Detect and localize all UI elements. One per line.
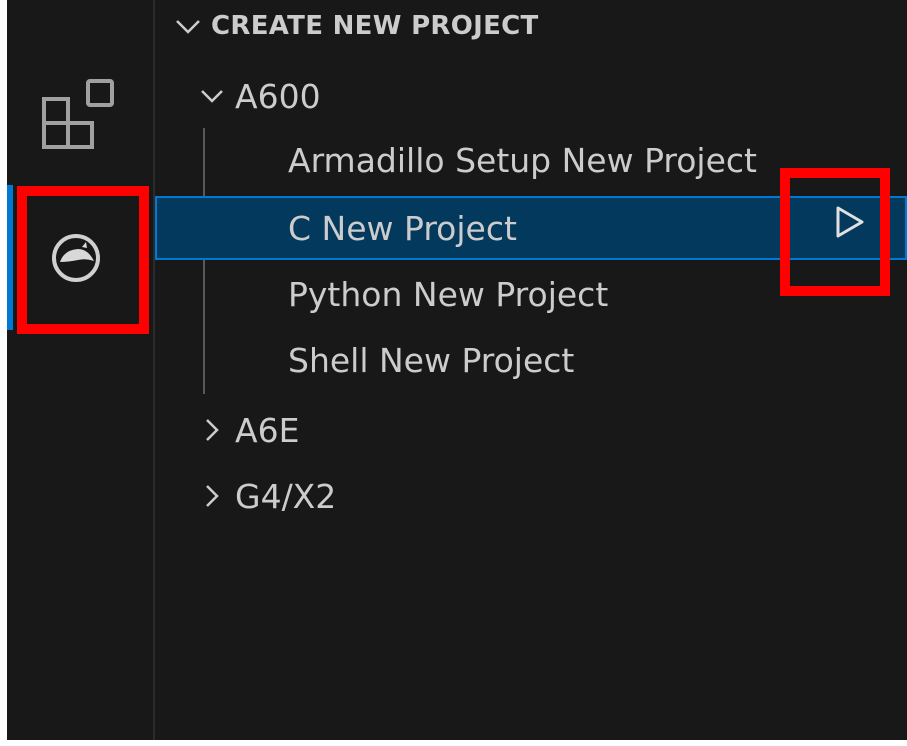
chevron-right-icon <box>206 419 219 441</box>
tree-item-a6e[interactable]: A6E <box>155 398 907 462</box>
tree-item-label: Python New Project <box>288 274 609 314</box>
tree-item-g4-x2[interactable]: G4/X2 <box>155 464 907 528</box>
highlight-box-armadillo <box>17 186 149 334</box>
tree-item-label: A600 <box>235 76 321 116</box>
sidebar: CREATE NEW PROJECT A600 Armadillo Setup … <box>155 0 907 740</box>
section-title: CREATE NEW PROJECT <box>211 11 539 41</box>
tree-item-shell-new-project[interactable]: Shell New Project <box>155 328 907 392</box>
chevron-down-icon <box>176 20 200 34</box>
tree-item-label: Shell New Project <box>288 340 575 380</box>
tree-item-label: A6E <box>235 410 300 450</box>
extensions-icon[interactable] <box>40 75 120 155</box>
tree-item-label: G4/X2 <box>235 476 337 516</box>
tree-item-label: Armadillo Setup New Project <box>288 140 757 180</box>
active-indicator <box>7 185 13 330</box>
tree-item-label: C New Project <box>288 208 517 248</box>
section-header[interactable]: CREATE NEW PROJECT <box>173 6 539 46</box>
chevron-right-icon <box>206 485 219 507</box>
chevron-down-icon <box>201 90 223 103</box>
tree-item-a600[interactable]: A600 <box>155 64 907 128</box>
highlight-box-run <box>780 168 890 296</box>
